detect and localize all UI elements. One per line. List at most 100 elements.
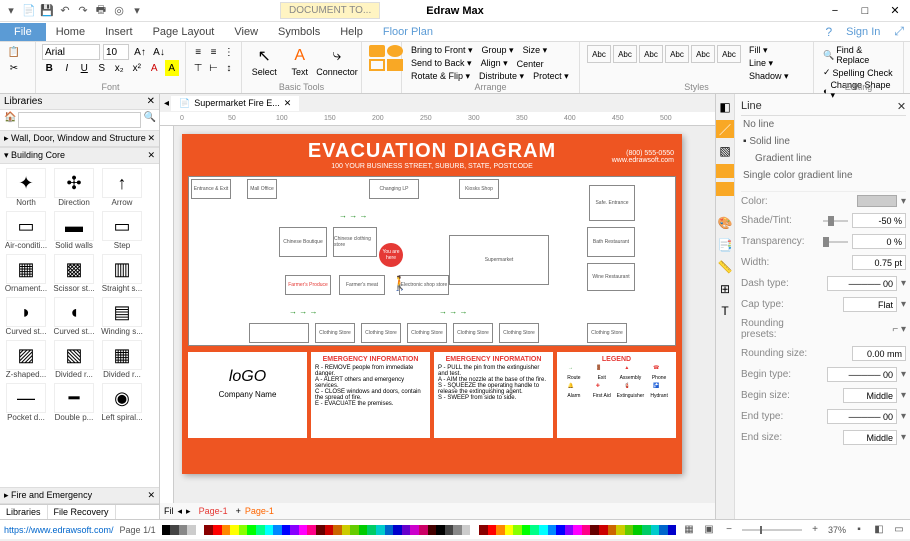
shape-line[interactable]: [369, 59, 385, 71]
lib-section-fire[interactable]: ▸ Fire and Emergency✕: [0, 487, 159, 504]
shape-item[interactable]: ▬Solid walls: [50, 211, 98, 250]
next-page-icon[interactable]: ▸: [186, 506, 191, 517]
swatch-1[interactable]: [716, 164, 734, 178]
style-3[interactable]: Abc: [639, 45, 663, 63]
shape-item[interactable]: ◉Left spiral...: [98, 383, 146, 422]
lib-section-wall[interactable]: ▸ Wall, Door, Window and Structure✕: [0, 130, 159, 147]
center-button[interactable]: Center: [514, 58, 547, 70]
shade-input[interactable]: [852, 213, 906, 228]
align-left-icon[interactable]: ≡: [192, 44, 204, 60]
highlight-button[interactable]: A: [165, 60, 180, 76]
close-button[interactable]: ✕: [880, 0, 910, 22]
shape-item[interactable]: ━Double p...: [50, 383, 98, 422]
line-button[interactable]: Line ▾: [746, 57, 792, 70]
menu-home[interactable]: Home: [46, 23, 95, 41]
save-icon[interactable]: 💾: [40, 4, 54, 18]
style-2[interactable]: Abc: [613, 45, 637, 63]
fill-panel-icon[interactable]: ◧: [716, 98, 734, 116]
shape-item[interactable]: —Pocket d...: [2, 383, 50, 422]
connector-tool[interactable]: ⤷Connector: [319, 44, 355, 79]
zoom-out-icon[interactable]: −: [722, 524, 736, 535]
font-size-select[interactable]: [103, 44, 129, 60]
spell-button[interactable]: ✓ Spelling Check: [820, 66, 897, 79]
align-top-icon[interactable]: ⊤: [192, 60, 204, 76]
color-swatch[interactable]: [857, 195, 897, 207]
transp-input[interactable]: [852, 234, 906, 249]
style-5[interactable]: Abc: [691, 45, 715, 63]
shape-item[interactable]: ▧Divided r...: [50, 340, 98, 379]
align-center-icon[interactable]: ≡: [207, 44, 219, 60]
line-panel-icon[interactable]: ／: [716, 120, 734, 138]
shape-item[interactable]: ▭Step: [98, 211, 146, 250]
shape-item[interactable]: ▦Ornament...: [2, 254, 50, 293]
shape-cross[interactable]: [387, 59, 403, 71]
mode-icon-1[interactable]: ▪: [852, 524, 866, 535]
font-name-select[interactable]: [42, 44, 100, 60]
transp-slider[interactable]: [823, 241, 848, 243]
cap-input[interactable]: [843, 297, 897, 312]
library-search-input[interactable]: [18, 112, 141, 128]
shadow-panel-icon[interactable]: ▧: [716, 142, 734, 160]
shape-item[interactable]: ✣Direction: [50, 168, 98, 207]
style-6[interactable]: Abc: [717, 45, 741, 63]
round-preset-icon[interactable]: ⌐ ▾: [892, 324, 906, 335]
tabs-home-icon[interactable]: ◂: [164, 98, 169, 109]
end-type-input[interactable]: [827, 409, 897, 424]
sup-button[interactable]: x²: [130, 60, 145, 76]
shape-item[interactable]: ✦North: [2, 168, 50, 207]
shape-item[interactable]: ▥Straight s...: [98, 254, 146, 293]
mode-icon-3[interactable]: ▭: [892, 524, 906, 535]
shape-item[interactable]: ▩Scissor st...: [50, 254, 98, 293]
canvas-viewport[interactable]: EVACUATION DIAGRAM 100 YOUR BUSINESS STR…: [174, 126, 715, 503]
menu-symbols[interactable]: Symbols: [268, 23, 330, 41]
gradient-line-option[interactable]: Gradient line: [741, 150, 906, 167]
menu-view[interactable]: View: [224, 23, 268, 41]
underline-button[interactable]: U: [77, 60, 92, 76]
align-mid-icon[interactable]: ⊢: [207, 60, 219, 76]
text-tool[interactable]: AText: [284, 44, 317, 79]
find-button[interactable]: 🔍 Find & Replace: [820, 44, 897, 66]
artboard[interactable]: EVACUATION DIAGRAM 100 YOUR BUSINESS STR…: [182, 134, 682, 474]
mode-icon-2[interactable]: ◧: [872, 524, 886, 535]
help-icon[interactable]: ?: [819, 22, 838, 42]
italic-button[interactable]: I: [60, 60, 75, 76]
menu-page-layout[interactable]: Page Layout: [143, 23, 225, 41]
view-icon[interactable]: ▦: [682, 524, 696, 535]
fit-icon[interactable]: ▣: [702, 524, 716, 535]
end-size-input[interactable]: [843, 430, 897, 445]
shape-rect[interactable]: [369, 45, 385, 57]
close-panel-icon[interactable]: ✕: [147, 96, 155, 107]
align-icon[interactable]: ⊞: [716, 280, 734, 298]
maximize-button[interactable]: □: [850, 0, 880, 22]
print-icon[interactable]: 🖶: [94, 4, 108, 18]
shade-slider[interactable]: [823, 220, 848, 222]
redo-icon[interactable]: ↷: [76, 4, 90, 18]
add-page-icon[interactable]: +: [236, 506, 241, 516]
sub-button[interactable]: x₂: [112, 60, 127, 76]
no-line-option[interactable]: No line: [741, 116, 906, 133]
begin-type-input[interactable]: [827, 367, 897, 382]
bold-button[interactable]: B: [42, 60, 57, 76]
spacing-icon[interactable]: ↕: [223, 60, 235, 76]
zoom-slider[interactable]: [742, 529, 802, 531]
swatch-2[interactable]: [716, 182, 734, 196]
tab-file-recovery[interactable]: File Recovery: [48, 505, 116, 519]
doc-tab[interactable]: 📄 Supermarket Fire E... ✕: [171, 96, 299, 111]
file-menu[interactable]: File: [0, 23, 46, 41]
font-color-button[interactable]: A: [147, 60, 162, 76]
layers-icon[interactable]: 📑: [716, 236, 734, 254]
single-gradient-option[interactable]: Single color gradient line: [741, 167, 906, 184]
minimize-button[interactable]: −: [820, 0, 850, 22]
tab-libraries[interactable]: Libraries: [0, 505, 48, 519]
round-size-input[interactable]: [852, 346, 906, 361]
select-tool[interactable]: ↖Select: [248, 44, 281, 79]
page-dup[interactable]: Page-1: [245, 506, 274, 516]
status-link[interactable]: https://www.edrawsoft.com/: [4, 525, 114, 535]
prev-page-icon[interactable]: ◂: [178, 506, 183, 517]
menu-insert[interactable]: Insert: [95, 23, 143, 41]
expand-icon[interactable]: ⤢: [888, 21, 910, 42]
preview-icon[interactable]: ◎: [112, 4, 126, 18]
shape-ellipse[interactable]: [387, 45, 403, 57]
clipboard-icon[interactable]: 📋: [6, 44, 22, 60]
lib-home-icon[interactable]: 🏠: [4, 112, 16, 128]
